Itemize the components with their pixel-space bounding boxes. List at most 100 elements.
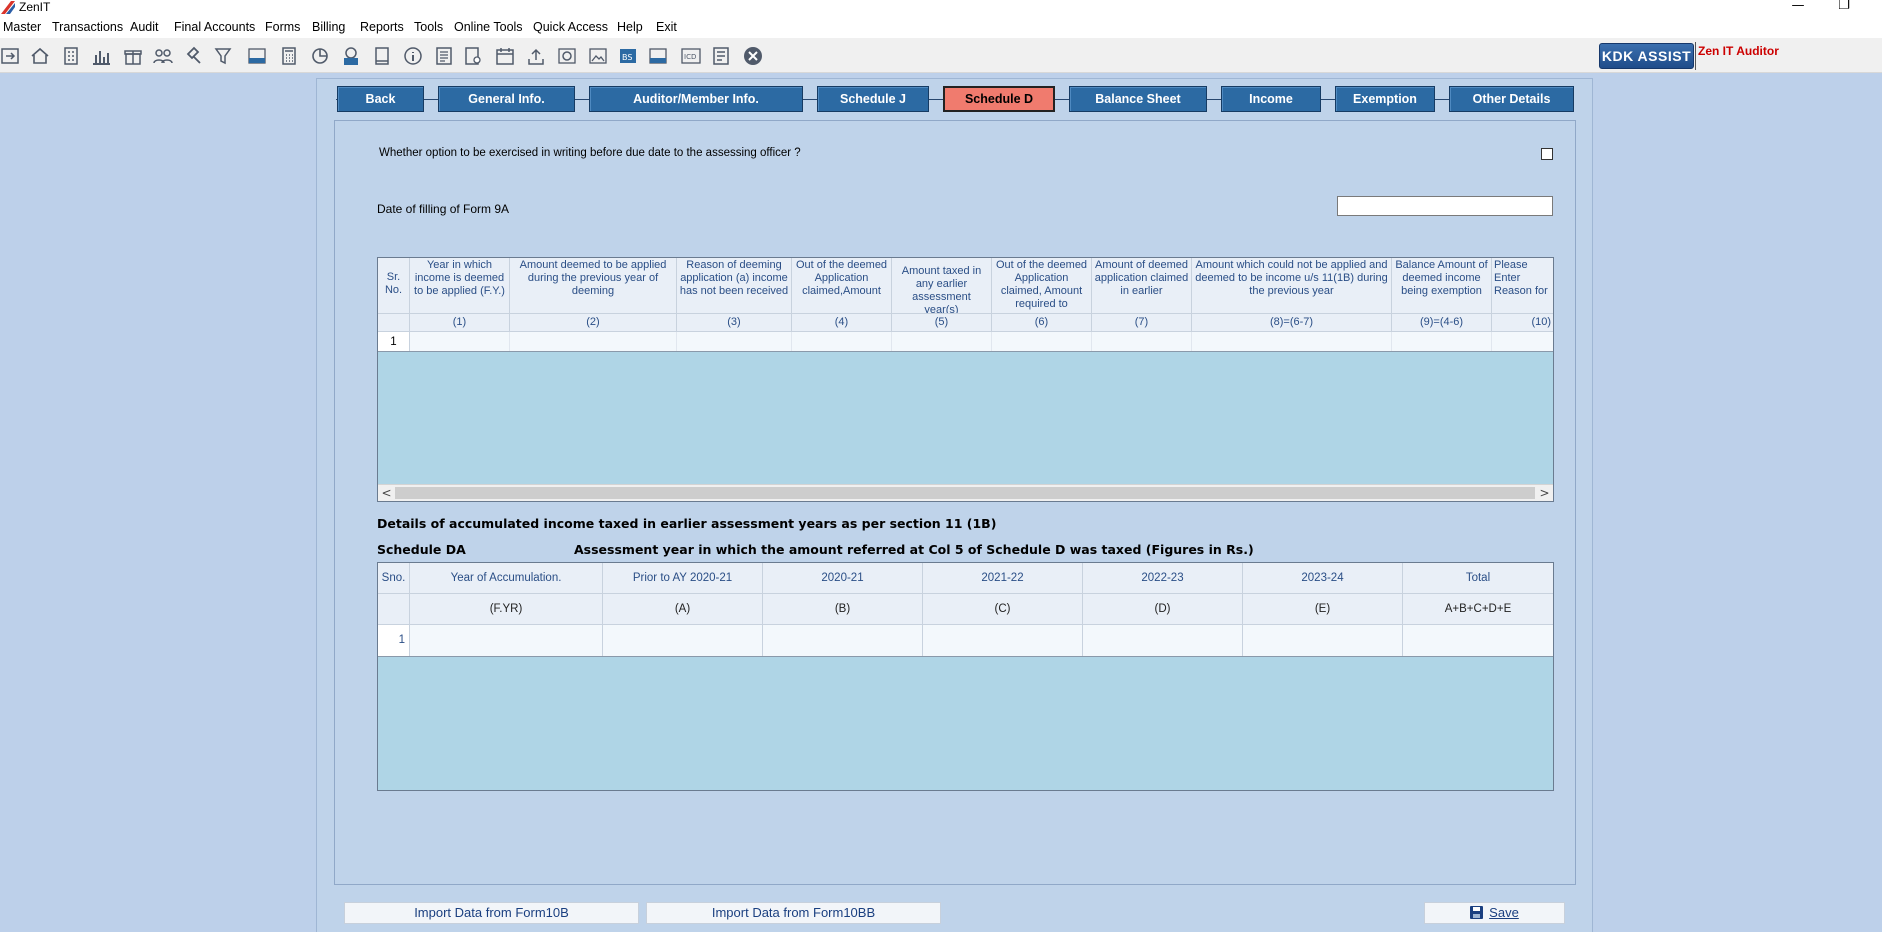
cell-deemed-claimed[interactable] <box>792 332 892 351</box>
cell-balance[interactable] <box>1392 332 1492 351</box>
col-header-prior-ay[interactable]: Prior to AY 2020-21 <box>603 563 763 593</box>
menu-reports[interactable]: Reports <box>360 20 404 34</box>
col-header-sno[interactable]: Sno. <box>378 563 410 593</box>
form-icon[interactable] <box>710 46 732 66</box>
cell-amount-deemed[interactable] <box>510 332 677 351</box>
menu-forms[interactable]: Forms <box>265 20 300 34</box>
save-button[interactable]: Save <box>1424 902 1565 924</box>
report-icon[interactable] <box>433 46 455 66</box>
building-icon[interactable] <box>60 46 82 66</box>
filter-icon[interactable] <box>213 46 235 66</box>
calculator-icon[interactable] <box>278 46 300 66</box>
cell-2023-24[interactable] <box>1243 625 1403 656</box>
col-header-2023-24[interactable]: 2023-24 <box>1243 563 1403 593</box>
home-icon[interactable] <box>29 46 51 66</box>
upload-icon[interactable] <box>525 46 547 66</box>
cell-year-accumulation[interactable] <box>410 625 603 656</box>
user-report-icon[interactable] <box>462 46 484 66</box>
refresh-icon[interactable] <box>556 46 578 66</box>
date-form-9a-input[interactable] <box>1337 196 1553 216</box>
col-header-2020-21[interactable]: 2020-21 <box>763 563 923 593</box>
gavel-icon[interactable] <box>183 46 205 66</box>
info-icon[interactable] <box>402 46 424 66</box>
menu-audit[interactable]: Audit <box>130 20 159 34</box>
cell-2020-21[interactable] <box>763 625 923 656</box>
import-form10b-button[interactable]: Import Data from Form10B <box>344 902 639 924</box>
col-header-balance-amount[interactable]: Balance Amount of deemed income being ex… <box>1392 258 1492 313</box>
tab-schedule-d[interactable]: Schedule D <box>943 86 1055 112</box>
schedule-da-grid[interactable]: Sno. Year of Accumulation. Prior to AY 2… <box>377 562 1554 791</box>
restore-button[interactable]: ❐ <box>1829 0 1859 14</box>
tab-balance-sheet[interactable]: Balance Sheet <box>1069 86 1207 112</box>
users-icon[interactable] <box>152 46 174 66</box>
col-header-sr-no[interactable]: Sr. No. <box>378 258 410 313</box>
import-form10bb-button[interactable]: Import Data from Form10BB <box>646 902 941 924</box>
image-icon[interactable] <box>587 46 609 66</box>
tab-general-info[interactable]: General Info. <box>438 86 575 112</box>
tab-income[interactable]: Income <box>1221 86 1321 112</box>
bar-chart-icon[interactable] <box>90 46 112 66</box>
scrollbar-thumb[interactable] <box>395 487 1535 499</box>
cell-not-applied[interactable] <box>1192 332 1392 351</box>
table-row[interactable]: 1 <box>378 625 1553 657</box>
tab-back[interactable]: Back <box>337 86 424 112</box>
menu-final-accounts[interactable]: Final Accounts <box>174 20 255 34</box>
menu-help[interactable]: Help <box>617 20 643 34</box>
col-header-2022-23[interactable]: 2022-23 <box>1083 563 1243 593</box>
option-checkbox[interactable] <box>1541 148 1553 160</box>
col-header-year-applied[interactable]: Year in which income is deemed to be app… <box>410 258 510 313</box>
tab-auditor-member-info[interactable]: Auditor/Member Info. <box>589 86 803 112</box>
subheader-cell: (4) <box>792 314 892 331</box>
tab-schedule-j[interactable]: Schedule J <box>817 86 929 112</box>
cell-amount-taxed[interactable] <box>892 332 992 351</box>
col-header-2021-22[interactable]: 2021-22 <box>923 563 1083 593</box>
minimize-button[interactable]: — <box>1783 0 1813 14</box>
horizontal-scrollbar[interactable]: < > <box>378 484 1553 501</box>
pay-icon[interactable] <box>340 46 362 66</box>
col-header-claimed-earlier[interactable]: Amount of deemed application claimed in … <box>1092 258 1192 313</box>
col-header-reason[interactable]: Please Enter Reason for <box>1492 258 1553 313</box>
cell-claimed-earlier[interactable] <box>1092 332 1192 351</box>
menu-transactions[interactable]: Transactions <box>52 20 123 34</box>
menu-quick-access[interactable]: Quick Access <box>533 20 608 34</box>
table-row[interactable]: 1 <box>378 332 1553 352</box>
cell-2022-23[interactable] <box>1083 625 1243 656</box>
cell-2021-22[interactable] <box>923 625 1083 656</box>
cell-year-applied[interactable] <box>410 332 510 351</box>
icd-icon[interactable]: ICD <box>680 46 702 66</box>
calendar-icon[interactable] <box>494 46 516 66</box>
cell-prior-ay[interactable] <box>603 625 763 656</box>
cell-reason-deeming[interactable] <box>677 332 792 351</box>
col-header-deemed-claimed-amount[interactable]: Out of the deemed Application claimed,Am… <box>792 258 892 313</box>
menu-billing[interactable]: Billing <box>312 20 345 34</box>
cell-reason[interactable] <box>1492 332 1553 351</box>
col-header-reason-deeming[interactable]: Reason of deeming application (a) income… <box>677 258 792 313</box>
pie-chart-icon[interactable] <box>309 46 331 66</box>
tax-icon[interactable] <box>246 46 268 66</box>
cell-total[interactable] <box>1403 625 1553 656</box>
menu-tools[interactable]: Tools <box>414 20 443 34</box>
book-icon[interactable] <box>371 46 393 66</box>
menu-master[interactable]: Master <box>3 20 41 34</box>
import-icon[interactable] <box>0 46 22 66</box>
menu-online-tools[interactable]: Online Tools <box>454 20 523 34</box>
gift-icon[interactable] <box>122 46 144 66</box>
scroll-left-arrow[interactable]: < <box>378 485 395 501</box>
subheader-cell: (2) <box>510 314 677 331</box>
col-header-amount-required[interactable]: Out of the deemed Application claimed, A… <box>992 258 1092 313</box>
col-header-amount-deemed[interactable]: Amount deemed to be applied during the p… <box>510 258 677 313</box>
scroll-right-arrow[interactable]: > <box>1536 485 1553 501</box>
menu-exit[interactable]: Exit <box>656 20 677 34</box>
kdk-assist-button[interactable]: KDK ASSIST <box>1599 43 1694 69</box>
close-circle-icon[interactable] <box>742 46 764 66</box>
cell-amount-required[interactable] <box>992 332 1092 351</box>
col-header-not-applied[interactable]: Amount which could not be applied and de… <box>1192 258 1392 313</box>
bs-icon[interactable]: BS <box>617 46 639 66</box>
col-header-total[interactable]: Total <box>1403 563 1553 593</box>
bs-soh-icon[interactable] <box>647 46 669 66</box>
col-header-year-accumulation[interactable]: Year of Accumulation. <box>410 563 603 593</box>
col-header-amount-taxed[interactable]: Amount taxed in any earlier assessment y… <box>892 258 992 313</box>
tab-other-details[interactable]: Other Details <box>1449 86 1574 112</box>
tab-exemption[interactable]: Exemption <box>1335 86 1435 112</box>
schedule-d-grid[interactable]: Sr. No. Year in which income is deemed t… <box>377 257 1554 502</box>
